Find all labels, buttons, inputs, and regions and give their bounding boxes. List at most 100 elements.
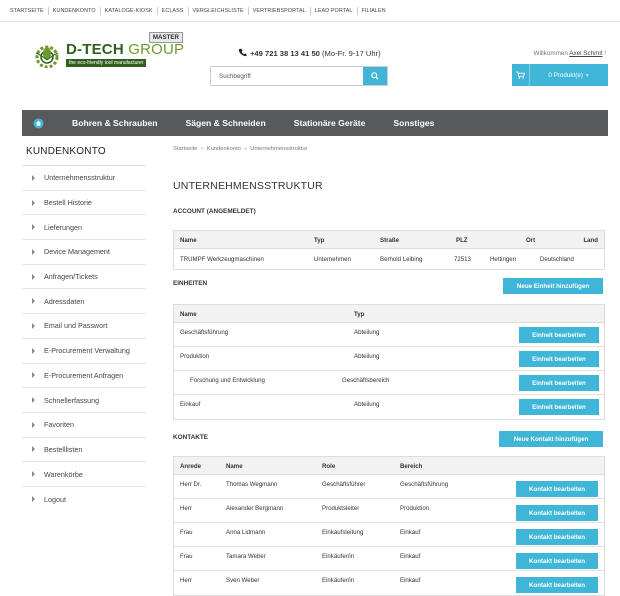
topnav-link-lead-portal[interactable]: LEAD PORTAL xyxy=(311,6,358,15)
chevron-right-icon xyxy=(32,199,35,206)
sidebar-item-eprocurement-verwaltung[interactable]: E-Procurement Verwaltung xyxy=(22,339,146,364)
edit-unit-button[interactable]: Einheit bearbeiten xyxy=(519,399,599,415)
search-box xyxy=(210,66,388,86)
chevron-right-icon xyxy=(32,446,35,453)
nav-item-saegen-schneiden[interactable]: Sägen & Schneiden xyxy=(171,118,279,128)
cart-count: 0 Produkt(e) ▼ xyxy=(548,71,590,79)
chevron-right-icon xyxy=(32,273,35,280)
table-row: Herr Alexander Bergmann Produktsleiter P… xyxy=(174,499,604,523)
cart-button[interactable]: 0 Produkt(e) ▼ xyxy=(512,64,608,86)
table-row: Einkauf Abteilung Einheit bearbeiten xyxy=(174,395,604,419)
account-sidebar: KUNDENKONTO Unternehmensstruktur Bestell… xyxy=(22,146,146,512)
sidebar-item-anfragen-tickets[interactable]: Anfragen/Tickets xyxy=(22,265,146,290)
edit-contact-button[interactable]: Kontakt bearbeiten xyxy=(516,529,598,545)
nav-item-stationaere-geraete[interactable]: Stationäre Geräte xyxy=(280,118,380,128)
hotline: +49 721 38 13 41 50 (Mo-Fr. 9-17 Uhr) xyxy=(238,48,381,58)
add-unit-button[interactable]: Neue Einheit hinzufügen xyxy=(503,278,603,294)
edit-unit-button[interactable]: Einheit bearbeiten xyxy=(519,375,599,391)
sidebar-item-unternehmensstruktur[interactable]: Unternehmensstruktur xyxy=(22,166,146,191)
units-heading: EINHEITEN xyxy=(173,280,208,287)
edit-contact-button[interactable]: Kontakt bearbeiten xyxy=(516,505,598,521)
user-account-link[interactable]: Axel Schmit xyxy=(569,50,602,57)
units-table: Name Typ Geschäftsführung Abteilung Einh… xyxy=(173,304,605,420)
edit-unit-button[interactable]: Einheit bearbeiten xyxy=(519,327,599,343)
sidebar-item-device-management[interactable]: Device Management xyxy=(22,240,146,265)
sidebar-item-lieferungen[interactable]: Lieferungen xyxy=(22,215,146,241)
brand-tagline: the eco-friendly tool manufacturer xyxy=(66,59,147,67)
chevron-right-icon xyxy=(32,372,35,379)
chevron-right-icon xyxy=(32,248,35,255)
main-content: Startseite» Kundenkonto» Unternehmensstruk… xyxy=(160,146,608,596)
phone-number: +49 721 38 13 41 50 xyxy=(250,49,320,58)
chevron-right-icon xyxy=(32,224,35,231)
sidebar-item-eprocurement-anfragen[interactable]: E-Procurement Anfragen xyxy=(22,364,146,389)
table-header: Name Typ Straße PLZ Ort Land xyxy=(174,231,604,249)
sidebar-item-favoriten[interactable]: Favoriten xyxy=(22,413,146,438)
sidebar-item-email-passwort[interactable]: Email und Passwort xyxy=(22,314,146,339)
topnav-link-eclass[interactable]: ECLASS xyxy=(158,6,189,15)
chevron-right-icon xyxy=(32,322,35,329)
gear-leaf-logo-icon xyxy=(35,45,59,68)
topnav-link-vertriebsportal[interactable]: VERTRIEBSPORTAL xyxy=(249,6,311,15)
cart-icon-wrap xyxy=(512,64,530,86)
chevron-right-icon xyxy=(32,471,35,478)
edit-unit-button[interactable]: Einheit bearbeiten xyxy=(519,351,599,367)
sidebar-title: KUNDENKONTO xyxy=(22,146,146,166)
site-logo[interactable]: MASTER D-TECH GROUP the eco-friendly too… xyxy=(32,32,186,72)
table-header: Name Typ xyxy=(174,305,604,323)
table-row: Frau Anna Lidmann Einkaufsleitung Einkau… xyxy=(174,523,604,547)
nav-item-bohren-schrauben[interactable]: Bohren & Schrauben xyxy=(54,118,171,128)
brand-name: D-TECH GROUP xyxy=(66,41,185,58)
sidebar-item-logout[interactable]: Logout xyxy=(22,487,146,512)
chevron-right-icon xyxy=(32,298,35,305)
phone-icon xyxy=(238,48,247,57)
edit-contact-button[interactable]: Kontakt bearbeiten xyxy=(516,553,598,569)
topnav-link-kataloge-kiosk[interactable]: KATALOGE-KIOSK xyxy=(101,6,158,15)
topnav-link-startseite[interactable]: STARTSEITE xyxy=(6,6,49,15)
add-contact-button[interactable]: Neue Kontakt hinzufügen xyxy=(499,431,603,447)
sidebar-item-warenkoerbe[interactable]: Warenkörbe xyxy=(22,462,146,487)
topnav-link-kundenkonto[interactable]: KUNDENKONTO xyxy=(49,6,101,15)
edit-contact-button[interactable]: Kontakt bearbeiten xyxy=(516,577,598,593)
contacts-table: Anrede Name Role Bereich Herr Dr. Thomas… xyxy=(173,456,605,596)
chevron-down-icon: ▼ xyxy=(584,72,590,79)
sidebar-item-bestelllisten[interactable]: Bestelllisten xyxy=(22,438,146,463)
table-row: Herr Dr. Thomas Wegmann Geschäftsführer … xyxy=(174,475,604,499)
chevron-right-icon xyxy=(32,496,35,503)
welcome-message: Willkommen Axel Schmit ! xyxy=(533,50,606,57)
page-title: UNTERNEHMENSSTRUKTUR xyxy=(173,180,323,192)
search-icon xyxy=(371,72,379,80)
breadcrumb-kundenkonto[interactable]: Kundenkonto xyxy=(207,146,241,152)
sidebar-item-bestell-historie[interactable]: Bestell Historie xyxy=(22,191,146,216)
edit-contact-button[interactable]: Kontakt bearbeiten xyxy=(516,481,598,497)
cart-icon xyxy=(516,71,525,79)
chevron-right-icon xyxy=(32,397,35,404)
sidebar-item-schnellerfassung[interactable]: Schnellerfassung xyxy=(22,388,146,413)
chevron-right-icon xyxy=(32,421,35,428)
breadcrumb-current: Unternehmensstruktur xyxy=(250,146,308,152)
phone-hours: (Mo-Fr. 9-17 Uhr) xyxy=(322,49,381,58)
topnav-link-vergleichsliste[interactable]: VERGLEICHSLISTE xyxy=(189,6,249,15)
nav-item-sonstiges[interactable]: Sonstiges xyxy=(379,118,448,128)
table-row: Herr Sven Weber Einkäufer/in Einkauf Kon… xyxy=(174,571,604,595)
main-navigation: Bohren & Schrauben Sägen & Schneiden Sta… xyxy=(22,110,608,136)
table-row: Frau Tamara Weber Einkäufer/in Einkauf K… xyxy=(174,547,604,571)
top-navigation: STARTSEITE KUNDENKONTO KATALOGE-KIOSK EC… xyxy=(0,0,620,22)
topnav-link-filialen[interactable]: FILIALEN xyxy=(358,7,390,15)
table-row: Geschäftsführung Abteilung Einheit bearb… xyxy=(174,323,604,347)
table-header: Anrede Name Role Bereich xyxy=(174,457,604,475)
table-row: Forschung und Entwicklung Geschäftsberei… xyxy=(174,371,604,395)
table-row: TRUMPF Werkzeugmaschinen Unternehmen Ber… xyxy=(180,256,574,263)
breadcrumb: Startseite» Kundenkonto» Unternehmensstruk… xyxy=(173,146,308,152)
breadcrumb-startseite[interactable]: Startseite xyxy=(173,146,198,152)
search-button[interactable] xyxy=(363,67,387,85)
chevron-right-icon xyxy=(32,347,35,354)
sidebar-item-adressdaten[interactable]: Adressdaten xyxy=(22,289,146,315)
table-row: Produktion Abteilung Einheit bearbeiten xyxy=(174,347,604,371)
chevron-right-icon xyxy=(32,174,35,181)
contacts-heading: KONTAKTE xyxy=(173,434,209,441)
home-button[interactable] xyxy=(22,110,54,136)
home-icon xyxy=(32,117,44,129)
search-input[interactable] xyxy=(211,67,365,85)
account-heading: ACCOUNT (ANGEMELDET) xyxy=(173,208,256,215)
